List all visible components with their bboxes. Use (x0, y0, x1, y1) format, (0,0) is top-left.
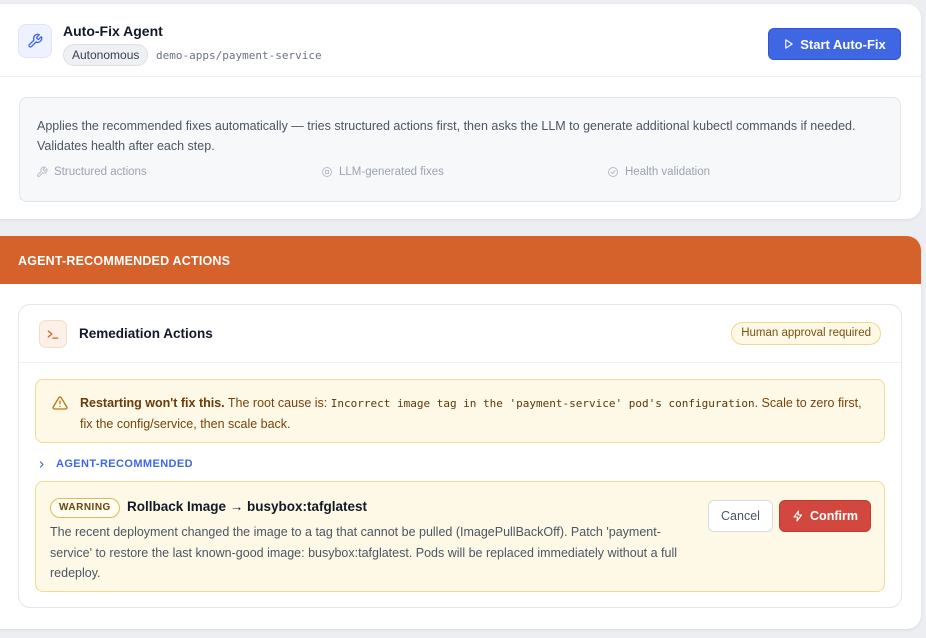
feature-label: Structured actions (54, 166, 147, 178)
confirm-label: Confirm (810, 509, 858, 523)
wrench-icon (36, 166, 48, 178)
warning-text: Restarting won't fix this. The root caus… (80, 393, 875, 434)
alert-triangle-icon (52, 395, 68, 416)
lightning-icon (793, 510, 803, 522)
remediation-title: Remediation Actions (79, 326, 213, 341)
section-header: AGENT-RECOMMENDED ACTIONS (0, 236, 921, 284)
feature-label: LLM-generated fixes (339, 166, 444, 178)
approval-badge: Human approval required (731, 322, 881, 345)
warning-bold: Restarting won't fix this. (80, 396, 225, 410)
auto-fix-agent-card: Auto-Fix Agent Autonomous demo-apps/paym… (0, 4, 921, 219)
feature-health-validation: Health validation (607, 166, 710, 178)
mode-badge: Autonomous (63, 44, 149, 66)
divider (0, 76, 921, 77)
agent-recommended-section: AGENT-RECOMMENDED ACTIONS Remediation Ac… (0, 236, 921, 629)
description-box: Applies the recommended fixes automatica… (19, 97, 901, 202)
feature-structured-actions: Structured actions (36, 166, 147, 178)
root-cause-warning: Restarting won't fix this. The root caus… (35, 379, 885, 443)
check-circle-icon (608, 167, 618, 177)
chevron-right-icon (39, 460, 44, 468)
section-header-title: AGENT-RECOMMENDED ACTIONS (18, 254, 231, 268)
root-cause-code: Incorrect image tag in the 'payment-serv… (330, 397, 755, 410)
action-title: Rollback Image → busybox:tafglatest (127, 499, 368, 514)
agent-description: Applies the recommended fixes automatica… (37, 119, 856, 153)
start-auto-fix-label: Start Auto-Fix (800, 36, 886, 52)
action-description: The recent deployment changed the image … (50, 525, 678, 580)
start-auto-fix-button[interactable]: Start Auto-Fix (768, 28, 901, 60)
rollback-action-card: WARNING Rollback Image → busybox:tafglat… (35, 481, 885, 592)
confirm-button[interactable]: Confirm (779, 500, 871, 532)
divider (19, 362, 901, 363)
wrench-icon (18, 24, 52, 58)
severity-badge: WARNING (50, 498, 120, 518)
agent-recommended-toggle[interactable]: AGENT-RECOMMENDED (37, 458, 193, 470)
cpu-icon (322, 167, 332, 177)
repo-path: demo-apps/payment-service (156, 49, 322, 62)
feature-label: Health validation (625, 166, 711, 178)
agent-recommended-label: AGENT-RECOMMENDED (56, 458, 193, 470)
remediation-card: Remediation Actions Human approval requi… (18, 304, 902, 608)
play-icon (785, 39, 793, 49)
agent-title: Auto-Fix Agent (63, 23, 163, 39)
cancel-button[interactable]: Cancel (708, 500, 773, 532)
warning-prefix: The root cause is: (224, 396, 331, 410)
feature-llm-fixes: LLM-generated fixes (321, 166, 444, 178)
terminal-icon (39, 320, 67, 348)
